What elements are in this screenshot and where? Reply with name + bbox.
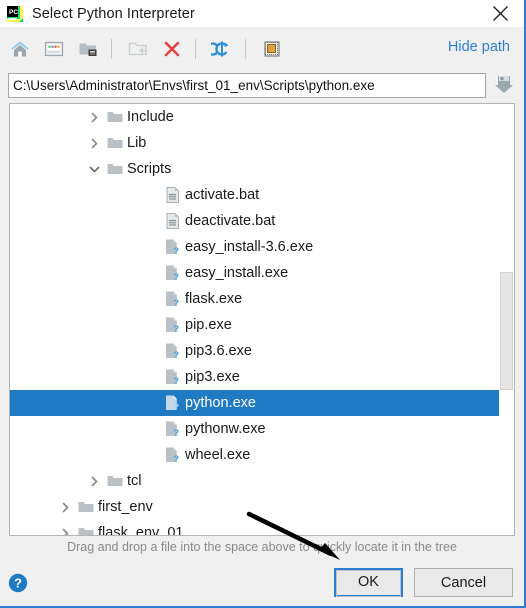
help-icon[interactable]: ?	[8, 573, 28, 593]
chevron-right-icon[interactable]	[86, 135, 102, 151]
tree-row[interactable]: ? pip3.exe	[10, 364, 499, 390]
delete-icon[interactable]	[158, 35, 186, 63]
chevron-right-icon[interactable]	[57, 499, 73, 515]
folder-icon	[106, 135, 123, 152]
tree-row-label: deactivate.bat	[185, 213, 276, 229]
tree-row-label: easy_install-3.6.exe	[185, 239, 314, 255]
exe-file-icon: ?	[164, 369, 181, 386]
close-icon[interactable]	[480, 0, 520, 26]
tree-row-label: python.exe	[185, 395, 256, 411]
folder-icon	[77, 499, 94, 516]
toolbar-separator-3	[245, 38, 246, 59]
svg-text:?: ?	[14, 576, 22, 591]
exe-file-icon: ?	[164, 291, 181, 308]
tree-row-label: flask.exe	[185, 291, 243, 307]
home-icon[interactable]	[6, 35, 34, 63]
tree-row[interactable]: Scripts	[10, 156, 499, 182]
tree-row[interactable]: tcl	[10, 468, 499, 494]
tree-row[interactable]: activate.bat	[10, 182, 499, 208]
tree-row[interactable]: ? easy_install.exe	[10, 260, 499, 286]
exe-file-icon: ?	[164, 317, 181, 334]
desktop-icon[interactable]	[40, 35, 68, 63]
folder-icon	[106, 161, 123, 178]
svg-text:?: ?	[173, 272, 179, 281]
window-title: Select Python Interpreter	[32, 5, 195, 22]
tree-row[interactable]: first_env	[10, 494, 499, 520]
file-tree-panel[interactable]: Include Lib Scripts activate.bat deactivate.…	[9, 103, 515, 536]
tree-row-label: pip3.6.exe	[185, 343, 252, 359]
tree-row[interactable]: ? easy_install-3.6.exe	[10, 234, 499, 260]
svg-text:PC: PC	[9, 9, 18, 16]
ok-button-label: OK	[336, 570, 401, 597]
tree-row-label: Lib	[127, 135, 147, 151]
tree-row[interactable]: ? pip3.6.exe	[10, 338, 499, 364]
tree-row[interactable]: ? pip.exe	[10, 312, 499, 338]
toolbar-separator-1	[111, 38, 112, 59]
svg-text:?: ?	[173, 402, 179, 411]
tree-row-label: flask_env_01	[98, 525, 184, 536]
svg-text:?: ?	[173, 454, 179, 463]
tree-row[interactable]: flask_env_01	[10, 520, 499, 536]
exe-file-icon: ?	[164, 421, 181, 438]
tree-row[interactable]: ? python.exe	[10, 390, 514, 416]
svg-text:?: ?	[173, 246, 179, 255]
drive-folder-icon[interactable]	[74, 35, 102, 63]
svg-text:?: ?	[173, 298, 179, 307]
tree-row-label: Scripts	[127, 161, 172, 177]
tree-row[interactable]: ? pythonw.exe	[10, 416, 499, 442]
tree-row[interactable]: Lib	[10, 130, 499, 156]
chevron-right-icon[interactable]	[86, 473, 102, 489]
toolbar-separator-2	[195, 38, 196, 59]
show-hidden-files-icon[interactable]	[258, 35, 286, 63]
tree-row-label: pip3.exe	[185, 369, 240, 385]
tree-vertical-scrollbar[interactable]	[499, 104, 514, 535]
pycharm-logo-icon: PC	[7, 5, 23, 22]
chevron-down-icon[interactable]	[86, 161, 102, 177]
path-row	[0, 68, 524, 102]
hide-path-link[interactable]: Hide path	[448, 39, 510, 55]
cancel-button[interactable]: Cancel	[414, 568, 513, 597]
tree-row-label: pip.exe	[185, 317, 232, 333]
exe-file-icon: ?	[164, 395, 181, 412]
folder-icon	[106, 109, 123, 126]
svg-text:?: ?	[173, 350, 179, 359]
folder-icon	[106, 473, 123, 490]
svg-text:?: ?	[173, 324, 179, 333]
drag-drop-hint: Drag and drop a file into the space abov…	[67, 540, 457, 554]
file-tree-list: Include Lib Scripts activate.bat deactivate.…	[10, 104, 514, 536]
path-input[interactable]	[8, 72, 486, 98]
tree-row[interactable]: Include	[10, 104, 499, 130]
tree-row-label: easy_install.exe	[185, 265, 289, 281]
exe-file-icon: ?	[164, 343, 181, 360]
ok-button[interactable]: OK	[334, 568, 403, 597]
tree-row-label: first_env	[98, 499, 153, 515]
tree-row-label: pythonw.exe	[185, 421, 266, 437]
tree-scrollbar-thumb[interactable]	[500, 272, 513, 390]
refresh-icon[interactable]	[208, 35, 236, 63]
chevron-right-icon[interactable]	[86, 109, 102, 125]
exe-file-icon: ?	[164, 447, 181, 464]
tree-row-label: Include	[127, 109, 174, 125]
exe-file-icon: ?	[164, 265, 181, 282]
new-folder-icon	[124, 35, 152, 63]
tree-row[interactable]: ? wheel.exe	[10, 442, 499, 468]
tree-row[interactable]: deactivate.bat	[10, 208, 499, 234]
save-path-icon[interactable]	[493, 73, 515, 97]
svg-text:?: ?	[173, 376, 179, 385]
toolbar: Hide path	[0, 27, 524, 70]
bat-file-icon	[164, 213, 181, 230]
chevron-right-icon[interactable]	[57, 525, 73, 535]
folder-icon	[77, 525, 94, 535]
tree-row-label: wheel.exe	[185, 447, 251, 463]
tree-row-label: tcl	[127, 473, 142, 489]
select-python-interpreter-dialog: PC Select Python Interpreter Hide path C…	[0, 0, 526, 608]
svg-text:?: ?	[173, 428, 179, 437]
tree-row-label: activate.bat	[185, 187, 260, 203]
bat-file-icon	[164, 187, 181, 204]
exe-file-icon: ?	[164, 239, 181, 256]
tree-row[interactable]: ? flask.exe	[10, 286, 499, 312]
titlebar: PC Select Python Interpreter	[0, 0, 524, 27]
